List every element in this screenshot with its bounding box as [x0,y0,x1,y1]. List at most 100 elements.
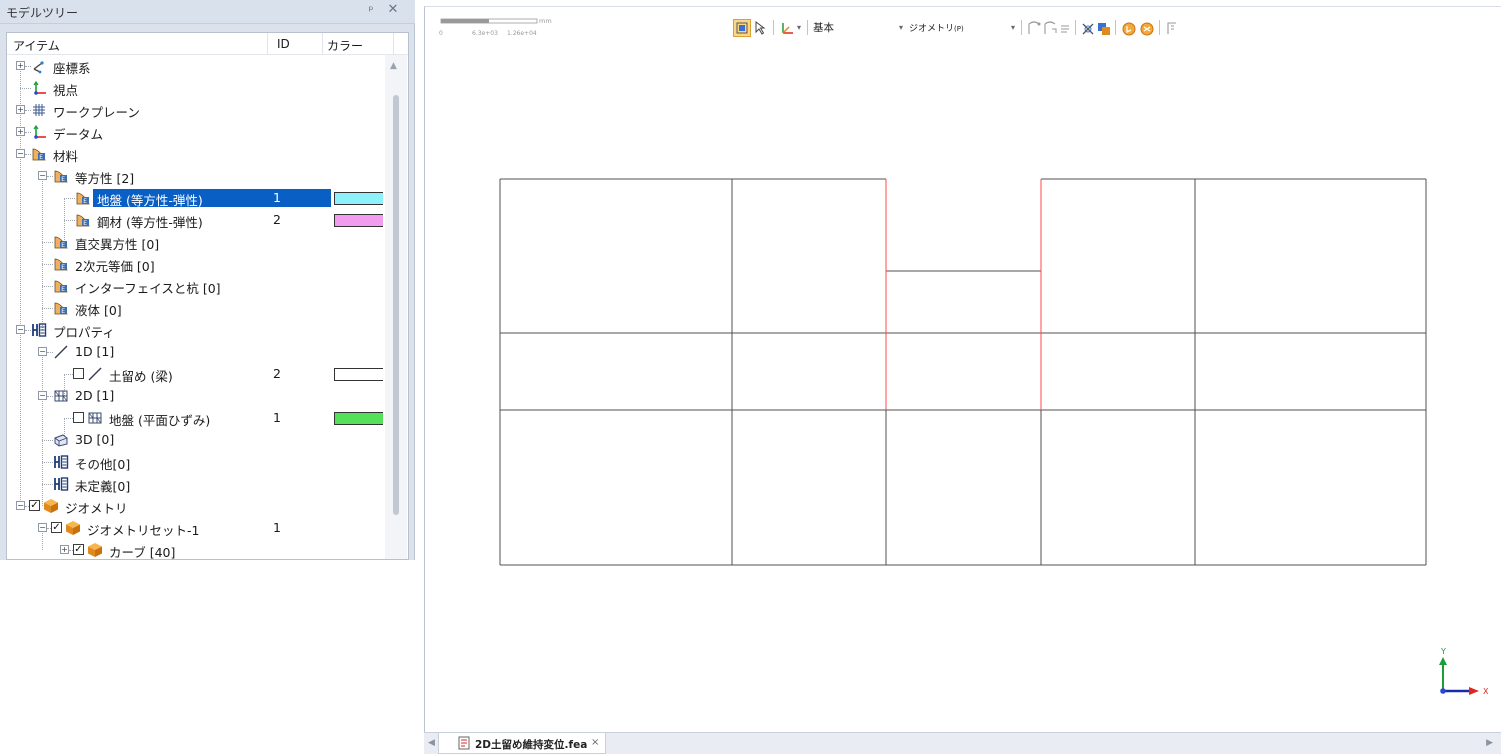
column-item[interactable]: アイテム [13,37,60,54]
tree-item-label: 未定義[0] [75,479,131,494]
panel-title-bar: モデルツリー ᵖ ✕ [0,0,415,24]
column-header: アイテム ID カラー [7,33,408,55]
visibility-checkbox[interactable] [73,412,84,423]
tree-item-label: 2次元等価 [0] [75,259,155,274]
tree-connector [64,418,73,419]
tree-item-3d[interactable]: 3D [0] [7,429,383,451]
scrollbar-thumb[interactable] [393,95,399,515]
cube-icon [44,499,58,513]
collapse-icon[interactable]: − [38,347,47,356]
tree-item-workplane[interactable]: + ワークプレーン [7,99,383,121]
column-divider[interactable] [267,33,268,55]
tree-item-curves[interactable]: + ✓ カーブ [40] [7,539,383,559]
retaining-wall[interactable] [885,179,1042,410]
tree-item-undefined[interactable]: 未定義[0] [7,473,383,495]
tab-document[interactable]: 2D土留め維持変位.fea × [438,733,606,754]
pin-icon[interactable]: ᵖ [364,3,378,17]
line-element-icon [88,367,102,381]
tree-item-orthotropic[interactable]: E 直交異方性 [0] [7,231,383,253]
tree-item-label: ジオメトリ [65,501,128,516]
collapse-icon[interactable]: − [38,523,47,532]
tree-item-label: 座標系 [53,61,91,76]
tree-item-coordinate-system[interactable]: + 座標系 [7,55,383,77]
tree-item-geometry[interactable]: − ✓ ジオメトリ [7,495,383,517]
expand-icon[interactable]: + [16,61,25,70]
tree-item-ground-material[interactable]: E 地盤 (等方性-弾性) 1 [7,187,383,209]
tree-item-viewpoint[interactable]: 視点 [7,77,383,99]
column-color[interactable]: カラー [327,37,363,54]
tree-item-geometry-set[interactable]: − ✓ ジオメトリセット-1 1 [7,517,383,539]
tree-item-datum[interactable]: + データム [7,121,383,143]
tree-item-1d[interactable]: − 1D [1] [7,341,383,363]
collapse-icon[interactable]: − [38,171,47,180]
collapse-icon[interactable]: − [16,149,25,158]
line-element-icon [54,345,68,359]
svg-text:E: E [61,264,65,271]
tree-item-2d[interactable]: − 2D [1] [7,385,383,407]
visibility-checkbox[interactable] [73,368,84,379]
color-swatch-wall[interactable] [334,368,383,381]
tree-item-isotropic[interactable]: − E 等方性 [2] [7,165,383,187]
model-tree-panel: モデルツリー ᵖ ✕ アイテム ID カラー + 座標系 視点 + ワークプレー… [0,0,415,560]
tree-item-interface-pile[interactable]: E インターフェイスと杭 [0] [7,275,383,297]
expand-icon[interactable]: + [16,105,25,114]
tree-item-2d-equivalent[interactable]: E 2次元等価 [0] [7,253,383,275]
tree-item-properties[interactable]: − プロパティ [7,319,383,341]
column-id[interactable]: ID [277,37,290,51]
panel-title: モデルツリー [6,6,79,20]
tree-item-ground-plane-strain[interactable]: 地盤 (平面ひずみ) 1 [7,407,383,429]
expand-icon[interactable]: + [60,545,69,554]
tree-item-label: 材料 [53,149,79,164]
x-axis-label: X [1483,687,1489,696]
mesh-icon [88,412,102,424]
svg-text:E: E [83,220,87,227]
expand-icon[interactable]: + [16,127,25,136]
ground-mesh[interactable] [499,178,1427,566]
tree-item-label: カーブ [40] [109,545,176,559]
y-axis-label: Y [1440,647,1446,656]
svg-text:E: E [61,308,65,315]
tree-item-id: 1 [273,520,281,535]
graphics-viewport[interactable]: mm 0 6.3e+03 1.26e+04 ▾ 基本 ▾ ジオメトリ(P) ▾ [424,6,1501,732]
datum-icon [33,124,46,139]
property-icon [54,477,69,491]
svg-text:E: E [61,242,65,249]
collapse-icon[interactable]: − [16,325,25,334]
property-icon [32,323,47,337]
close-tab-icon[interactable]: × [591,737,599,748]
material-icon: E [76,214,90,227]
tree-item-materials[interactable]: − E 材料 [7,143,383,165]
column-divider[interactable] [322,33,323,55]
solid-icon [54,434,68,447]
tree-connector [42,462,53,463]
tree-item-fluid[interactable]: E 液体 [0] [7,297,383,319]
tree-scrollbar[interactable]: ▲ [385,55,407,559]
tree-connector [64,220,75,221]
material-icon: E [54,236,68,249]
scroll-up-icon[interactable]: ▲ [390,61,397,71]
mesh-canvas[interactable] [425,7,1501,733]
document-icon [458,736,470,750]
tree-item-label: 鋼材 (等方性-弾性) [97,215,203,230]
tree-item-steel-material[interactable]: E 鋼材 (等方性-弾性) 2 [7,209,383,231]
tree-connector [42,308,53,309]
tree-item-id: 2 [273,366,281,381]
tab-scroll-left-icon[interactable]: ◀ [428,738,435,748]
tree-item-label: ジオメトリセット-1 [87,523,200,538]
tree-item-retaining-beam[interactable]: 土留め (梁) 2 [7,363,383,385]
material-icon: E [54,280,68,293]
collapse-icon[interactable]: − [16,501,25,510]
tree-item-other[interactable]: その他[0] [7,451,383,473]
column-divider[interactable] [393,33,394,55]
visibility-checkbox[interactable]: ✓ [73,544,84,555]
tree-item-label: 直交異方性 [0] [75,237,160,252]
tab-scroll-right-icon[interactable]: ▶ [1486,738,1493,748]
color-swatch-ground-2d[interactable] [334,412,383,425]
tree-item-label: 視点 [53,83,79,98]
close-icon[interactable]: ✕ [386,2,400,17]
collapse-icon[interactable]: − [38,391,47,400]
visibility-checkbox[interactable]: ✓ [29,500,40,511]
visibility-checkbox[interactable]: ✓ [51,522,62,533]
color-swatch-ground[interactable] [334,192,383,205]
color-swatch-steel[interactable] [334,214,383,227]
